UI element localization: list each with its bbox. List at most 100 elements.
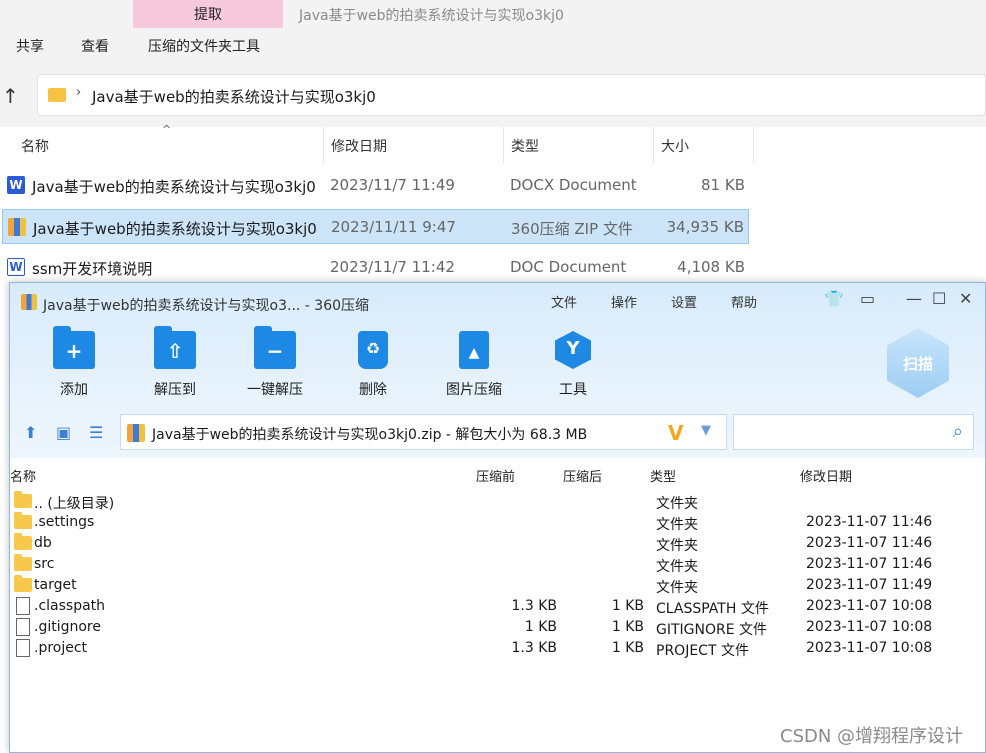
- file-size: 34,935 KB: [666, 218, 744, 236]
- file-row[interactable]: W ssm开发环境说明 2023/11/7 11:42 DOC Document…: [2, 250, 749, 285]
- zip-row-date: 2023-11-07 10:08: [806, 640, 933, 656]
- file-icon: [16, 597, 30, 615]
- skin-icon[interactable]: 👕: [824, 289, 844, 308]
- image-compress-icon: ▲: [459, 331, 489, 369]
- chevron-right-icon[interactable]: ›: [76, 85, 81, 100]
- zip-row[interactable]: db 文件夹 2023-11-07 11:46: [10, 533, 985, 554]
- zip-row-name: src: [34, 556, 55, 572]
- zip-row-before: 1 KB: [524, 619, 557, 635]
- column-date[interactable]: 修改日期: [331, 136, 387, 156]
- column-size[interactable]: 大小: [661, 136, 689, 156]
- thumbnail-view-icon[interactable]: ▣: [56, 423, 71, 442]
- zip-path-text: Java基于web的拍卖系统设计与实现o3kj0.zip - 解包大小为 68.…: [152, 427, 588, 443]
- zip-row-date: 2023-11-07 10:08: [806, 598, 933, 614]
- file-size: 4,108 KB: [677, 258, 745, 276]
- file-name: Java基于web的拍卖系统设计与实现o3kj0: [32, 178, 316, 196]
- delete-button[interactable]: ♻ 删除: [328, 331, 418, 399]
- file-icon: [16, 618, 30, 636]
- zip-row[interactable]: src 文件夹 2023-11-07 11:46: [10, 554, 985, 575]
- zip-path-bar[interactable]: Java基于web的拍卖系统设计与实现o3kj0.zip - 解包大小为 68.…: [120, 414, 727, 450]
- word-icon: W: [7, 176, 25, 194]
- file-date: 2023/11/11 9:47: [331, 218, 456, 236]
- maximize-icon[interactable]: ☐: [932, 289, 946, 308]
- zip-row[interactable]: .. (上级目录) 文件夹: [10, 491, 985, 512]
- verify-icon[interactable]: V: [668, 421, 683, 445]
- zip-row-date: 2023-11-07 11:46: [806, 514, 933, 530]
- image-compress-button[interactable]: ▲ 图片压缩: [429, 331, 519, 399]
- folder-icon: [48, 88, 66, 102]
- explorer-window-title: Java基于web的拍卖系统设计与实现o3kj0: [299, 8, 564, 24]
- up-level-icon[interactable]: ⬆: [24, 423, 37, 442]
- zip-menu-help[interactable]: 帮助: [731, 292, 757, 311]
- zip-row[interactable]: target 文件夹 2023-11-07 11:49: [10, 575, 985, 596]
- close-icon[interactable]: ✕: [959, 289, 972, 308]
- scan-button[interactable]: 扫描: [887, 328, 949, 398]
- zip-row[interactable]: .gitignore 1 KB 1 KB GITIGNORE 文件 2023-1…: [10, 617, 985, 638]
- recycle-bin-icon: ♻: [358, 331, 388, 369]
- menu-view[interactable]: 查看: [81, 36, 109, 56]
- zip-window-title: Java基于web的拍卖系统设计与实现o3... - 360压缩: [43, 298, 370, 314]
- zip-col-after[interactable]: 压缩后: [563, 466, 602, 485]
- zip-menu-operation[interactable]: 操作: [611, 292, 637, 311]
- address-path: Java基于web的拍卖系统设计与实现o3kj0: [92, 88, 376, 106]
- zip-row-after: 1 KB: [611, 640, 644, 656]
- file-icon: [16, 639, 30, 657]
- zip-col-before[interactable]: 压缩前: [476, 466, 515, 485]
- column-divider[interactable]: [503, 127, 504, 163]
- zip-col-type[interactable]: 类型: [650, 466, 676, 485]
- folder-icon: [14, 575, 32, 592]
- sort-up-icon: ^: [162, 123, 172, 136]
- explorer-ribbon-menu: 共享 查看 压缩的文件夹工具: [0, 30, 986, 70]
- add-button[interactable]: + 添加: [29, 326, 119, 399]
- chevron-down-icon[interactable]: ▼: [701, 423, 711, 438]
- doc-icon: W: [7, 258, 25, 276]
- tools-label: 工具: [559, 382, 587, 398]
- zip-row[interactable]: .settings 文件夹 2023-11-07 11:46: [10, 512, 985, 533]
- zip-col-name[interactable]: 名称: [10, 466, 36, 485]
- zip-menu-settings[interactable]: 设置: [671, 292, 697, 311]
- file-name: ssm开发环境说明: [32, 260, 153, 278]
- column-type[interactable]: 类型: [511, 136, 539, 156]
- zip-row-name: .gitignore: [34, 619, 101, 635]
- file-row[interactable]: W Java基于web的拍卖系统设计与实现o3kj0 2023/11/7 11:…: [2, 168, 749, 203]
- extract-to-button[interactable]: ⇧ 解压到: [130, 326, 220, 399]
- add-label: 添加: [60, 382, 88, 398]
- folder-icon: [14, 491, 32, 508]
- zip-row-after: 1 KB: [611, 598, 644, 614]
- zip-row-before: 1.3 KB: [511, 598, 558, 614]
- zip-row-type: 文件夹: [656, 517, 698, 533]
- column-divider[interactable]: [653, 127, 654, 163]
- list-view-icon[interactable]: ☰: [89, 423, 103, 442]
- one-click-extract-button[interactable]: − 一键解压: [230, 326, 320, 399]
- extract-to-label: 解压到: [154, 382, 196, 398]
- file-row-selected[interactable]: Java基于web的拍卖系统设计与实现o3kj0 2023/11/11 9:47…: [2, 209, 749, 244]
- zip-row[interactable]: .project 1.3 KB 1 KB PROJECT 文件 2023-11-…: [10, 638, 985, 659]
- zip-row[interactable]: .classpath 1.3 KB 1 KB CLASSPATH 文件 2023…: [10, 596, 985, 617]
- zip-app-icon: [21, 294, 37, 310]
- search-icon[interactable]: ⌕: [953, 421, 963, 442]
- column-divider[interactable]: [753, 127, 754, 163]
- zip-row-name: target: [34, 577, 77, 593]
- file-name: Java基于web的拍卖系统设计与实现o3kj0: [33, 220, 317, 238]
- zip-search-input[interactable]: ⌕: [733, 414, 974, 450]
- zip-menu-file[interactable]: 文件: [551, 292, 577, 311]
- zip-window: Java基于web的拍卖系统设计与实现o3... - 360压缩 文件 操作 设…: [9, 282, 986, 753]
- menu-compressed-folder-tools[interactable]: 压缩的文件夹工具: [148, 36, 260, 56]
- column-divider[interactable]: [323, 127, 324, 163]
- address-bar[interactable]: › Java基于web的拍卖系统设计与实现o3kj0: [37, 74, 986, 116]
- zip-col-date[interactable]: 修改日期: [800, 466, 852, 485]
- zip-row-date: 2023-11-07 10:08: [806, 619, 933, 635]
- zip-row-before: 1.3 KB: [511, 640, 558, 656]
- delete-label: 删除: [359, 382, 387, 398]
- tools-button[interactable]: Y 工具: [528, 331, 618, 399]
- column-name[interactable]: 名称: [21, 136, 49, 156]
- up-arrow-icon[interactable]: ↑: [2, 84, 19, 108]
- extract-tab[interactable]: 提取: [133, 0, 283, 28]
- zip-row-name: .. (上级目录): [34, 496, 115, 512]
- feedback-icon[interactable]: ▭: [860, 289, 875, 308]
- zip-header: Java基于web的拍卖系统设计与实现o3... - 360压缩 文件 操作 设…: [10, 283, 985, 458]
- zip-row-type: CLASSPATH 文件: [656, 601, 769, 617]
- file-date: 2023/11/7 11:42: [330, 258, 455, 276]
- minimize-icon[interactable]: —: [906, 289, 922, 308]
- menu-share[interactable]: 共享: [16, 36, 44, 56]
